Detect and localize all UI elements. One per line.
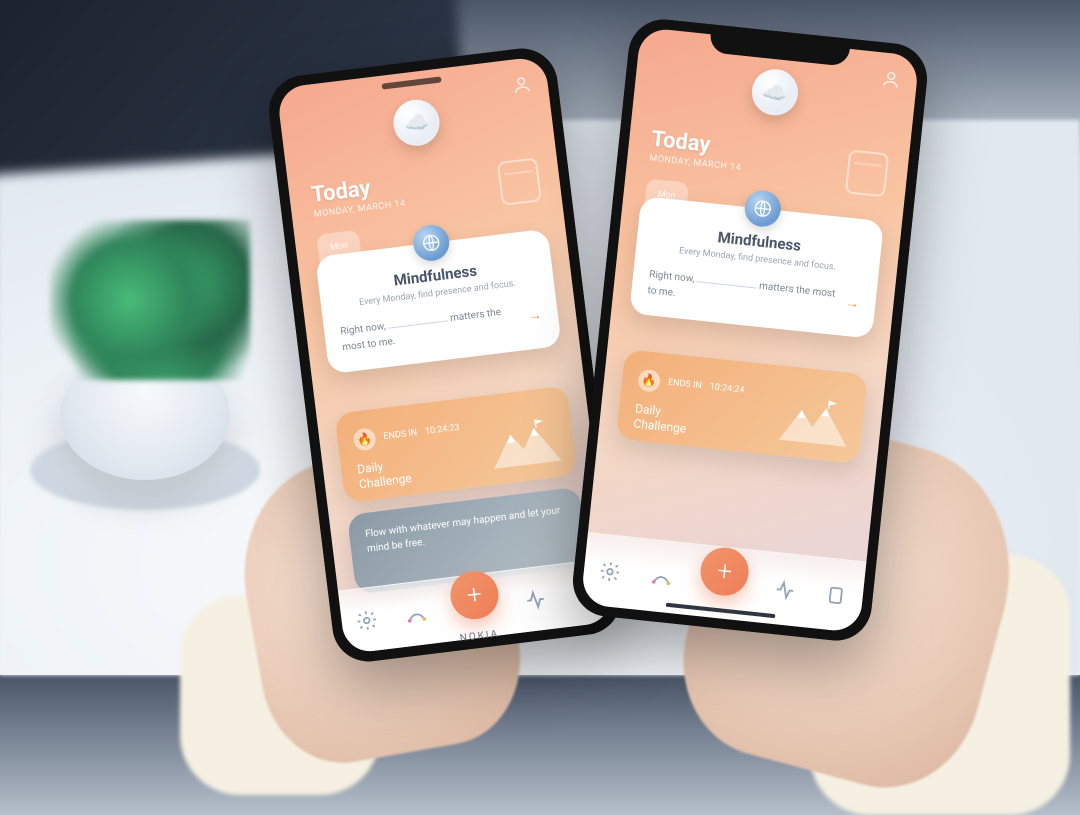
calendar-icon[interactable] — [845, 149, 889, 197]
app-screen-ios: ☁️ Today MONDAY, MARCH 14 Mon 14 Mindful… — [580, 27, 919, 633]
flame-icon: 🔥 — [352, 427, 377, 452]
avatar[interactable]: ☁️ — [750, 67, 801, 118]
ends-in-label: ENDS IN — [668, 378, 703, 391]
avatar-emoji: ☁️ — [761, 79, 788, 105]
background-plant — [20, 260, 240, 480]
add-button[interactable]: + — [698, 545, 751, 598]
flame-icon: 🔥 — [637, 369, 661, 393]
countdown: 10:24:24 — [709, 382, 745, 396]
mindfulness-prompt[interactable]: Right now, matters the most to me. → — [647, 267, 861, 321]
avatar-emoji: ☁️ — [403, 109, 431, 136]
blank-input[interactable] — [388, 320, 448, 328]
challenge-card[interactable]: 🔥 ENDS IN 10:24:23 Daily Challenge — [334, 385, 577, 503]
tab-cards[interactable] — [821, 580, 852, 611]
phone-iphone: ☁️ Today MONDAY, MARCH 14 Mon 14 Mindful… — [569, 16, 930, 644]
app-screen-android: ☁️ Today MONDAY, MARCH 14 Mon 14 Mindful… — [276, 56, 613, 655]
tab-path[interactable] — [646, 561, 677, 592]
tab-activity[interactable] — [520, 584, 551, 615]
mountain-icon — [480, 410, 567, 479]
quote-text: Flow with whatever may happen and let yo… — [364, 502, 568, 556]
mountain-icon — [770, 389, 856, 457]
arrow-right-icon[interactable]: → — [844, 292, 860, 316]
add-button[interactable]: + — [448, 568, 501, 621]
challenge-title: Daily Challenge — [633, 402, 689, 436]
countdown: 10:24:23 — [425, 423, 461, 437]
tab-settings[interactable] — [351, 604, 382, 635]
blank-input[interactable] — [697, 281, 757, 288]
mindfulness-prompt[interactable]: Right now, matters the most to me. → — [340, 300, 544, 356]
avatar[interactable]: ☁️ — [391, 97, 442, 148]
ends-in-label: ENDS IN — [383, 428, 418, 442]
tab-activity[interactable] — [770, 574, 801, 605]
globe-icon — [743, 189, 783, 229]
tab-path[interactable] — [401, 598, 432, 629]
calendar-icon[interactable] — [497, 157, 542, 206]
globe-icon — [411, 223, 451, 263]
challenge-card[interactable]: 🔥 ENDS IN 10:24:24 Daily Challenge — [616, 349, 868, 464]
profile-icon[interactable] — [510, 74, 532, 96]
challenge-title: Daily Challenge — [356, 456, 412, 491]
tab-bar: + — [580, 532, 866, 633]
tab-settings[interactable] — [595, 556, 626, 587]
arrow-right-icon[interactable]: → — [527, 304, 544, 328]
mindfulness-card[interactable]: Mindfulness Every Monday, find presence … — [629, 196, 884, 339]
profile-icon[interactable] — [880, 68, 902, 90]
